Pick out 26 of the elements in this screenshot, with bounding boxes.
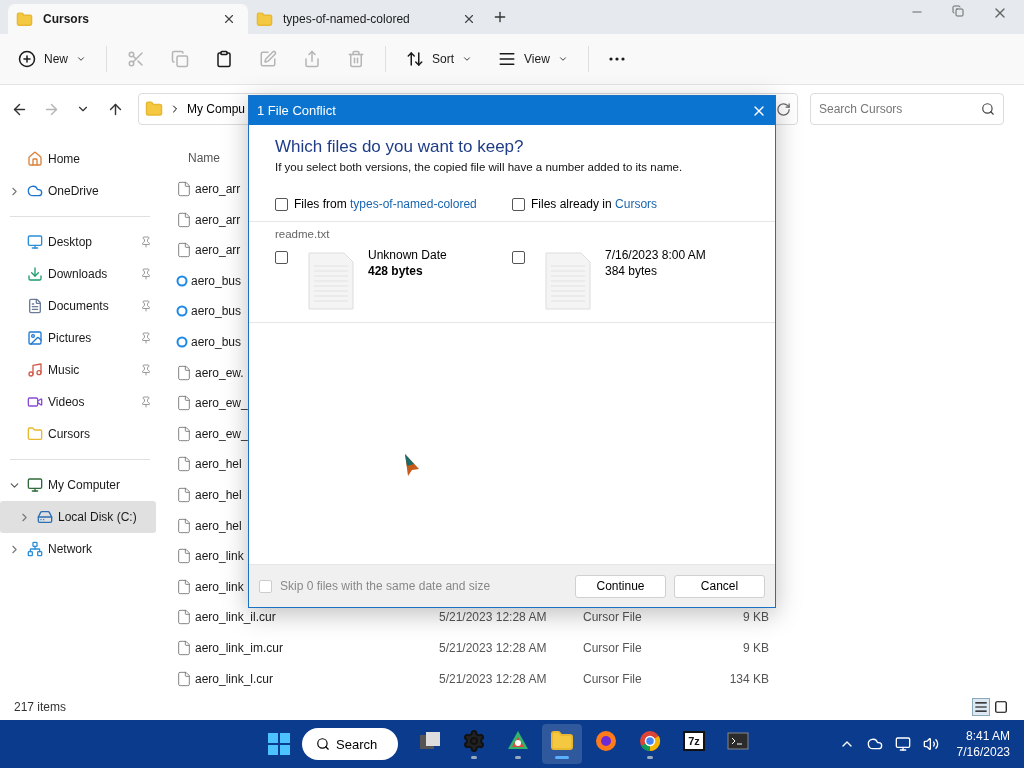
file-name: aero_link_im.cur	[176, 640, 439, 657]
file-size: 9 KB	[742, 641, 769, 656]
checkbox-label: Files from types-of-named-colored	[294, 197, 477, 211]
file-name: readme.txt	[275, 228, 331, 240]
file-date: 5/21/2023 12:28 AM	[439, 671, 548, 686]
date: 7/16/2023	[956, 745, 1010, 759]
file-type: Cursor File	[583, 610, 643, 625]
archive-app-icon: 7z	[683, 731, 705, 751]
file-name: aero_link_l.cur	[176, 670, 439, 687]
file-date: 5/21/2023 12:28 AM	[439, 641, 548, 656]
item-count: 217 items	[14, 700, 67, 714]
time: 8:41 AM	[965, 729, 1010, 743]
checkbox-label: Files already in Cursors	[531, 197, 658, 211]
file-type: Cursor File	[583, 671, 643, 686]
file-date: 7/16/2023 8:00 AM	[605, 248, 706, 262]
file-size: 134 KB	[728, 671, 769, 686]
checkbox-label: Skip 0 files with the same date and size	[280, 579, 492, 593]
file-type: Cursor File	[583, 641, 643, 656]
file-name: aero_link_il.cur	[176, 609, 439, 626]
dialog-subtitle: If you select both versions, the copied file will have a number added to its name.	[275, 161, 684, 173]
dialog-title: 1 File Conflict	[257, 103, 336, 118]
file-size: 9 KB	[742, 610, 769, 625]
file-size: 384 bytes	[605, 264, 659, 278]
dialog-heading: Which files do you want to keep?	[275, 137, 525, 157]
file-date: 5/21/2023 12:28 AM	[439, 610, 548, 625]
file-date: Unknown Date	[368, 248, 447, 262]
